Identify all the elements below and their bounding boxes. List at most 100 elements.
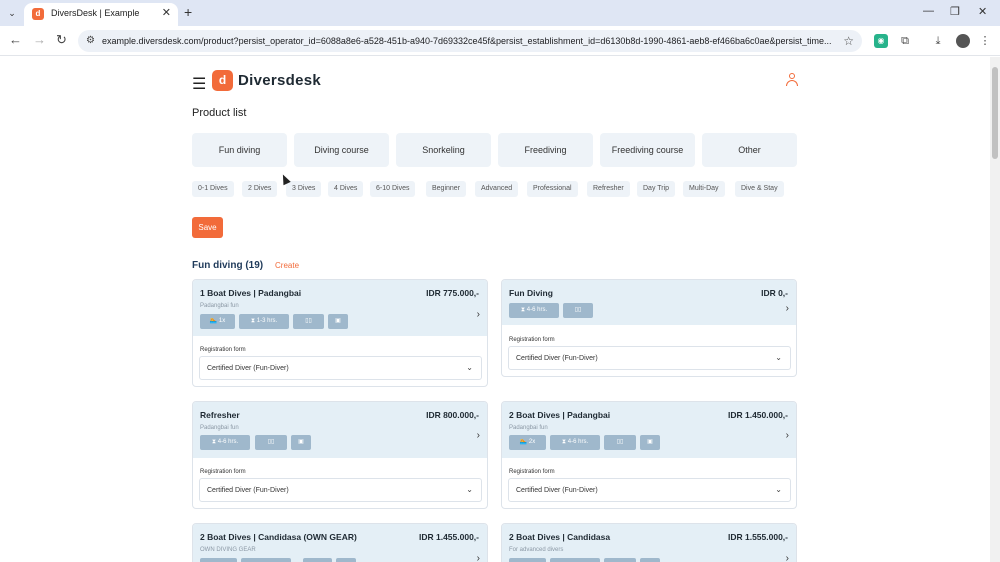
category-freediving-course[interactable]: Freediving course [600,133,695,167]
filter-chip[interactable]: Day Trip [637,181,676,197]
bus-icon: ▣ [328,314,348,329]
create-link[interactable]: Create [275,261,299,270]
bus-icon: ▣ [640,435,660,450]
restore-icon[interactable]: ❐ [950,5,960,18]
extensions-puzzle-icon[interactable]: ⧉ [898,34,912,48]
category-freediving[interactable]: Freediving [498,133,593,167]
page-content: ☰ d Diversdesk Product list Fun diving D… [0,57,990,562]
window-close-icon[interactable]: ✕ [978,5,987,18]
scrollbar-thumb[interactable] [992,67,998,159]
save-button[interactable]: Save [192,217,223,238]
hourglass-icon: ⧗ 1-3 hrs. [239,314,289,329]
forward-arrow-icon[interactable]: → [33,33,46,47]
hamburger-menu-icon[interactable]: ☰ [192,74,206,94]
user-account-icon[interactable] [786,73,798,87]
product-card[interactable]: Fun Diving IDR 0,- ⧗ 4-6 hrs. ▯▯ › Regis… [501,279,797,377]
logo-icon[interactable]: d [212,70,233,91]
diver-icon [200,558,237,562]
filter-chip[interactable]: Dive & Stay [735,181,784,197]
product-price: IDR 1.455.000,- [418,532,479,542]
product-name: 2 Boat Dives | Candidasa (OWN GEAR) [200,532,357,542]
filter-chip[interactable]: 4 Dives [328,181,364,197]
diver-icon: 🏊 2x [509,435,546,450]
page-title: Product list [192,107,247,119]
tab-search-chevron-icon[interactable]: ⌄ [4,5,20,21]
chevron-right-icon[interactable]: › [477,430,480,441]
product-name: 1 Boat Dives | Padangbai [200,288,302,298]
category-tabs: Fun diving Diving course Snorkeling Free… [192,133,798,167]
registration-form-label: Registration form [509,337,555,343]
filter-chip[interactable]: Professional [527,181,578,197]
reload-icon[interactable]: ↻ [56,33,67,47]
category-snorkeling[interactable]: Snorkeling [396,133,491,167]
product-card[interactable]: 2 Boat Dives | Candidasa IDR 1.555.000,-… [501,523,797,562]
chevron-right-icon[interactable]: › [786,303,789,314]
registration-form-value: Certified Diver (Fun-Diver) [207,365,289,372]
registration-form-select[interactable]: Certified Diver (Fun-Diver) ⌄ [508,346,791,370]
address-bar[interactable]: ⚙ example.diversdesk.com/product?persist… [78,30,862,52]
product-subtitle: Padangbai fun [200,303,239,309]
product-name: Fun Diving [509,288,553,298]
product-card[interactable]: 1 Boat Dives | Padangbai IDR 775.000,- P… [192,279,488,387]
gear-icon [604,558,636,562]
category-other[interactable]: Other [702,133,797,167]
product-name: 2 Boat Dives | Padangbai [509,410,611,420]
chevron-down-icon: ⌄ [775,485,782,494]
product-card[interactable]: 2 Boat Dives | Padangbai IDR 1.450.000,-… [501,401,797,509]
hourglass-icon: ⧗ 4-6 hrs. [200,435,250,450]
registration-form-select[interactable]: Certified Diver (Fun-Diver) ⌄ [199,478,482,502]
product-price: IDR 0,- [761,288,788,298]
extension-green-icon[interactable]: ◉ [874,34,888,48]
registration-form-select[interactable]: Certified Diver (Fun-Diver) ⌄ [508,478,791,502]
browser-tab-strip: ⌄ d DiversDesk | Example ✕ + — ❐ ✕ [0,0,1000,26]
chevron-right-icon[interactable]: › [786,430,789,441]
filter-chip[interactable]: 6-10 Dives [370,181,416,197]
registration-form-value: Certified Diver (Fun-Diver) [516,487,598,494]
filter-chip[interactable]: Advanced [475,181,519,197]
bookmark-star-icon[interactable]: ☆ [843,34,854,48]
chevron-right-icon[interactable]: › [786,553,789,562]
filter-chip[interactable]: 0-1 Dives [192,181,234,197]
chevron-right-icon[interactable]: › [477,309,480,320]
filter-chip[interactable]: Beginner [426,181,467,197]
product-price: IDR 1.555.000,- [727,532,788,542]
hourglass-icon [241,558,291,562]
filter-chip[interactable]: 2 Dives [242,181,278,197]
registration-form-label: Registration form [200,469,246,475]
site-info-icon[interactable]: ⚙ [86,35,95,46]
category-fun-diving[interactable]: Fun diving [192,133,287,167]
gear-icon: ▯▯ [604,435,636,450]
hourglass-icon: ⧗ 4-6 hrs. [509,303,559,318]
browser-tab[interactable]: d DiversDesk | Example ✕ [24,3,178,26]
chevron-right-icon[interactable]: › [477,553,480,562]
product-card[interactable]: 2 Boat Dives | Candidasa (OWN GEAR) IDR … [192,523,488,562]
tab-close-icon[interactable]: ✕ [162,6,171,19]
filter-chip[interactable]: 3 Dives [286,181,322,197]
profile-avatar[interactable] [956,34,970,48]
product-card[interactable]: Refresher IDR 800.000,- Padangbai fun ⧗ … [192,401,488,509]
product-subtitle: Padangbai fun [509,425,548,431]
address-url[interactable]: example.diversdesk.com/product?persist_o… [102,36,832,46]
gear-icon: ▯▯ [563,303,593,318]
new-tab-plus-icon[interactable]: + [184,4,192,20]
minimize-icon[interactable]: — [923,5,934,17]
downloads-icon[interactable]: ⤓ [931,34,945,48]
product-subtitle: Padangbai fun [200,425,239,431]
page-scrollbar[interactable] [990,57,1000,562]
gear-icon [303,558,332,562]
back-arrow-icon[interactable]: ← [9,33,22,47]
diver-icon: 🏊 1x [200,314,235,329]
chevron-down-icon: ⌄ [775,353,782,362]
hourglass-icon [550,558,600,562]
tab-title: DiversDesk | Example [51,8,140,18]
tab-favicon-icon: d [32,8,44,20]
logo-text[interactable]: Diversdesk [238,72,321,89]
hourglass-icon: ⧗ 4-6 hrs. [550,435,600,450]
filter-chip[interactable]: Multi-Day [683,181,725,197]
registration-form-select[interactable]: Certified Diver (Fun-Diver) ⌄ [199,356,482,380]
filter-chip[interactable]: Refresher [587,181,630,197]
registration-form-value: Certified Diver (Fun-Diver) [516,355,598,362]
chevron-down-icon: ⌄ [466,485,473,494]
browser-menu-icon[interactable]: ⋮ [978,34,992,48]
category-diving-course[interactable]: Diving course [294,133,389,167]
